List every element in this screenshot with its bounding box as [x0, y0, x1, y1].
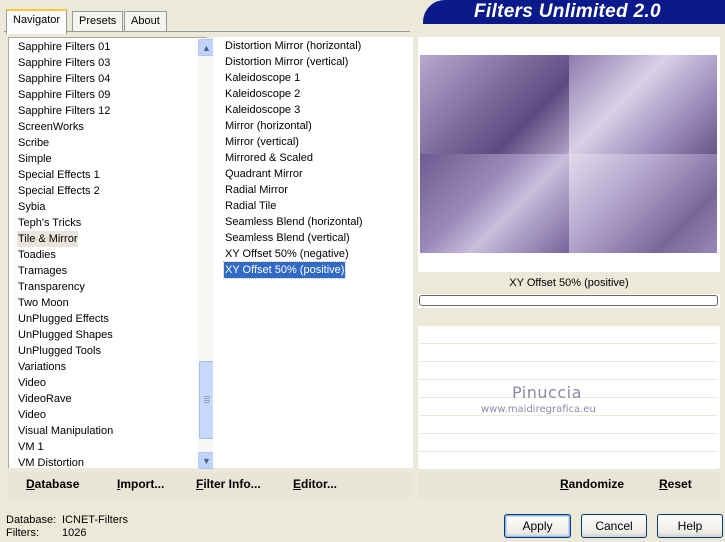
- category-item[interactable]: Sapphire Filters 01: [17, 39, 114, 55]
- category-item[interactable]: Scribe: [17, 135, 114, 151]
- filter-item[interactable]: Kaleidoscope 2: [224, 86, 364, 102]
- param-row: [419, 453, 718, 470]
- category-item[interactable]: Sapphire Filters 12: [17, 103, 114, 119]
- filter-item[interactable]: Mirror (vertical): [224, 134, 364, 150]
- category-item[interactable]: Sybia: [17, 199, 114, 215]
- filter-name-label: XY Offset 50% (positive): [418, 272, 720, 294]
- editor-button[interactable]: Editor...: [293, 477, 337, 491]
- category-list[interactable]: Sapphire Filters 01 Sapphire Filters 03 Sa…: [17, 39, 114, 471]
- filter-item[interactable]: Radial Tile: [224, 198, 364, 214]
- filter-list[interactable]: Distortion Mirror (horizontal) Distortion…: [222, 38, 364, 279]
- category-item[interactable]: Sapphire Filters 03: [17, 55, 114, 71]
- watermark-url: www.maidiregrafica.eu: [481, 404, 596, 415]
- apply-button[interactable]: Apply: [504, 514, 571, 538]
- category-item[interactable]: VideoRave: [17, 391, 114, 407]
- param-row: [419, 363, 718, 380]
- category-item[interactable]: UnPlugged Shapes: [17, 327, 114, 343]
- filter-item[interactable]: Seamless Blend (horizontal): [224, 214, 364, 230]
- help-button[interactable]: Help: [657, 514, 723, 538]
- param-row: [419, 435, 718, 452]
- filter-item[interactable]: Seamless Blend (vertical): [224, 230, 364, 246]
- category-item[interactable]: Tramages: [17, 263, 114, 279]
- filter-item[interactable]: Kaleidoscope 1: [224, 70, 364, 86]
- category-item[interactable]: Video: [17, 407, 114, 423]
- category-item[interactable]: Variations: [17, 359, 114, 375]
- filter-item[interactable]: Distortion Mirror (vertical): [224, 54, 364, 70]
- preview-image: [420, 55, 717, 253]
- database-status-label: Database:: [6, 514, 57, 526]
- import-button[interactable]: Import...: [117, 477, 164, 491]
- tab-presets[interactable]: Presets: [72, 11, 124, 32]
- filter-item[interactable]: Radial Mirror: [224, 182, 364, 198]
- category-item[interactable]: Teph's Tricks: [17, 215, 114, 231]
- filter-item[interactable]: Mirror (horizontal): [224, 118, 364, 134]
- randomize-button[interactable]: Randomize: [560, 477, 624, 491]
- tab-about[interactable]: About: [124, 11, 167, 32]
- progress-bar: [419, 295, 718, 306]
- filter-info-button[interactable]: Filter Info...: [196, 477, 261, 491]
- category-item[interactable]: Transparency: [17, 279, 114, 295]
- filter-item[interactable]: XY Offset 50% (negative): [224, 246, 364, 262]
- reset-button[interactable]: Reset: [659, 477, 692, 491]
- chevron-up-icon: ▲: [202, 42, 211, 53]
- category-item[interactable]: ScreenWorks: [17, 119, 114, 135]
- filter-item[interactable]: Distortion Mirror (horizontal): [224, 38, 364, 54]
- filters-count-value: 1026: [62, 527, 87, 539]
- category-item[interactable]: UnPlugged Effects: [17, 311, 114, 327]
- category-item[interactable]: VM Distortion: [17, 455, 114, 471]
- param-row: [419, 327, 718, 344]
- filter-item[interactable]: Mirrored & Scaled: [224, 150, 364, 166]
- grip-icon: [204, 396, 210, 404]
- database-status-value: ICNET-Filters: [62, 514, 128, 526]
- category-item[interactable]: Special Effects 1: [17, 167, 114, 183]
- category-item[interactable]: Two Moon: [17, 295, 114, 311]
- category-list-panel: Sapphire Filters 01 Sapphire Filters 03 Sa…: [8, 37, 215, 471]
- scroll-thumb[interactable]: [199, 361, 214, 439]
- watermark-name: Pinuccia: [512, 383, 582, 402]
- filters-count-label: Filters:: [6, 527, 39, 539]
- param-row: [419, 345, 718, 362]
- param-header: [418, 308, 720, 326]
- filter-item[interactable]: Quadrant Mirror: [224, 166, 364, 182]
- database-button[interactable]: Database: [26, 477, 79, 491]
- filter-item[interactable]: XY Offset 50% (positive): [222, 261, 347, 279]
- app-title: Filters Unlimited 2.0: [474, 1, 661, 22]
- category-item[interactable]: Special Effects 2: [17, 183, 114, 199]
- filter-list-panel: Distortion Mirror (horizontal) Distortion…: [213, 37, 413, 468]
- category-item[interactable]: Sapphire Filters 09: [17, 87, 114, 103]
- category-item[interactable]: Sapphire Filters 04: [17, 71, 114, 87]
- cancel-button[interactable]: Cancel: [581, 514, 647, 538]
- category-item[interactable]: VM 1: [17, 439, 114, 455]
- category-item[interactable]: Tile & Mirror: [17, 231, 79, 247]
- category-item[interactable]: Visual Manipulation: [17, 423, 114, 439]
- tab-navigator[interactable]: Navigator: [6, 9, 68, 34]
- category-item[interactable]: Video: [17, 375, 114, 391]
- category-item[interactable]: Simple: [17, 151, 114, 167]
- category-item[interactable]: UnPlugged Tools: [17, 343, 114, 359]
- chevron-down-icon: ▼: [202, 455, 211, 466]
- param-row: [419, 417, 718, 434]
- filter-item[interactable]: Kaleidoscope 3: [224, 102, 364, 118]
- category-item[interactable]: Toadies: [17, 247, 114, 263]
